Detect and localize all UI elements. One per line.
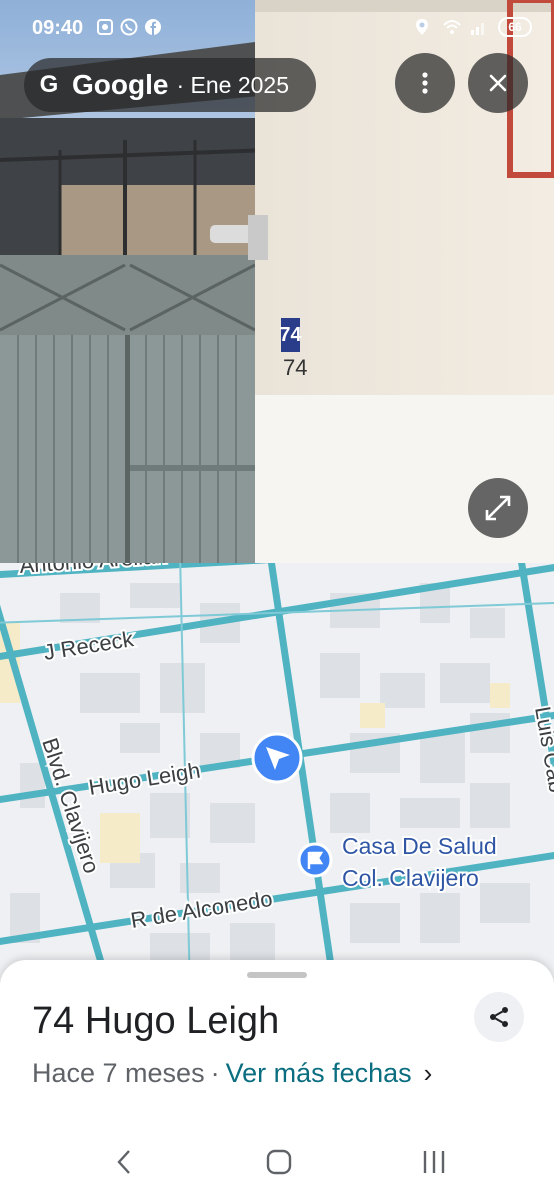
house-number-painted: 74 (283, 355, 308, 380)
capture-date: · Ene 2025 (176, 71, 289, 98)
imagery-info-pill[interactable]: G Google · Ene 2025 (24, 58, 316, 112)
place-title: 74 Hugo Leigh (32, 1000, 280, 1042)
poi-marker[interactable] (297, 842, 333, 878)
street-label-luis-cab: Luis Cab (530, 705, 554, 795)
expand-button[interactable] (468, 478, 528, 538)
clock: 09:40 (32, 17, 84, 39)
google-g-icon: G (39, 71, 59, 98)
more-dates-link[interactable]: Ver más fechas (226, 1058, 412, 1089)
screenshot-icon (96, 18, 114, 36)
more-options-button[interactable] (395, 53, 455, 113)
location-icon (414, 18, 432, 36)
street-label-antonio-arellano: Antonio Arellan (19, 563, 168, 578)
close-button[interactable] (468, 53, 528, 113)
mini-map[interactable]: Antonio Arellan J Receck Hugo Leigh Blvd… (0, 563, 554, 983)
imagery-age-row: Hace 7 meses · Ver más fechas › (32, 1058, 432, 1089)
imagery-age: Hace 7 meses (32, 1058, 205, 1088)
house-number-plate: 74 (279, 318, 302, 352)
share-button[interactable] (474, 992, 524, 1042)
recents-button[interactable] (414, 1146, 454, 1178)
chevron-right-icon[interactable]: › (424, 1058, 433, 1089)
street-label-j-receck: J Receck (42, 626, 136, 665)
recents-icon (423, 1151, 445, 1173)
close-icon (489, 74, 507, 92)
signal-icon (470, 18, 488, 36)
status-bar: 09:40 66 (0, 0, 554, 58)
poi-name-line2: Col. Clavijero (342, 865, 479, 891)
home-icon (266, 1149, 292, 1175)
meta-separator: · (210, 1058, 220, 1088)
back-button[interactable] (104, 1146, 144, 1178)
expand-icon (485, 495, 511, 521)
facebook-icon (144, 18, 162, 36)
more-vert-icon (422, 72, 428, 94)
system-nav-bar (0, 1130, 554, 1194)
wifi-icon (442, 18, 461, 36)
battery-indicator: 66 (498, 17, 532, 37)
whatsapp-icon (120, 18, 138, 36)
poi-name-line1: Casa De Salud (342, 833, 497, 859)
current-view-marker (251, 732, 303, 784)
home-button[interactable] (259, 1146, 299, 1178)
share-icon (490, 1007, 508, 1027)
brand-label: Google (72, 69, 169, 100)
drag-handle[interactable] (247, 972, 307, 978)
back-icon (117, 1150, 130, 1174)
